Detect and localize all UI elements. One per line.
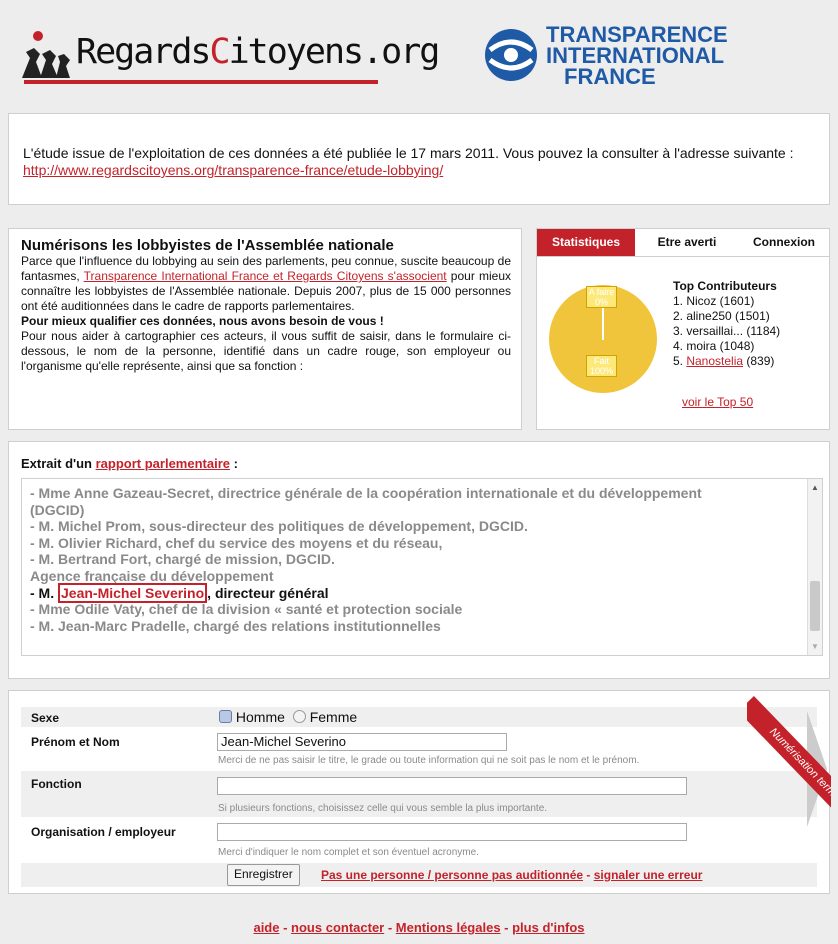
- publication-notice: L'étude issue de l'exploitation de ces d…: [8, 113, 830, 205]
- tab-statistiques[interactable]: Statistiques: [537, 229, 635, 256]
- fonction-field[interactable]: [217, 777, 687, 795]
- regards-citoyens-logo[interactable]: RegardsCitoyens.org: [18, 24, 440, 90]
- sexe-options: Homme Femme: [219, 709, 357, 725]
- pie-label-fait: Fait 100%: [586, 355, 617, 377]
- femme-radio[interactable]: [292, 710, 306, 723]
- extract-line: - M. Michel Prom, sous-directeur des pol…: [30, 518, 528, 535]
- globe-icon: [485, 29, 537, 81]
- row-organisation: Organisation / employeur Merci d'indique…: [21, 819, 817, 861]
- top50-link[interactable]: voir le Top 50: [682, 395, 753, 409]
- pie-label-a-faire: A faire 0%: [586, 286, 617, 308]
- row-nom: Prénom et Nom Jean-Michel Severino Merci…: [21, 729, 817, 769]
- top-contributors-title: Top Contributeurs: [673, 279, 777, 293]
- report-link[interactable]: rapport parlementaire: [96, 456, 230, 471]
- people-icon: [22, 31, 70, 78]
- entry-form: Sexe Homme Femme Prénom et Nom Jean-Mich…: [8, 690, 831, 895]
- scroll-thumb[interactable]: [810, 581, 820, 631]
- pie-marker: [602, 306, 604, 340]
- stats-panel: Statistiques Etre averti Connexion A fai…: [536, 228, 830, 430]
- scroll-down-icon[interactable]: ▼: [811, 642, 819, 651]
- contributor-item: 2. aline250 (1501): [673, 309, 770, 323]
- homme-label: Homme: [235, 709, 285, 725]
- sexe-label: Sexe: [31, 711, 60, 725]
- publication-text: L'étude issue de l'exploitation de ces d…: [23, 145, 794, 178]
- report-error-link[interactable]: signaler une erreur: [594, 868, 703, 882]
- contributor-item: 1. Nicoz (1601): [673, 294, 755, 308]
- footer-links: aide - nous contacter - Mentions légales…: [253, 920, 585, 935]
- form-links: Pas une personne / personne pas audition…: [321, 868, 703, 882]
- intro-paragraph: Parce que l'influence du lobbying au sei…: [21, 254, 511, 313]
- fonction-help: Si plusieurs fonctions, choisissez celle…: [218, 803, 548, 814]
- organisation-label: Organisation / employeur: [31, 825, 176, 839]
- intro-panel: Numérisons les lobbyistes de l'Assemblée…: [8, 228, 522, 430]
- highlighted-name: Jean-Michel Severino: [58, 582, 208, 603]
- nom-field[interactable]: Jean-Michel Severino: [217, 733, 507, 751]
- organisation-help: Merci d'indiquer le nom complet et son é…: [218, 847, 479, 858]
- help-link[interactable]: aide: [253, 920, 279, 935]
- top-contributors: Top Contributeurs 1. Nicoz (1601) 2. ali…: [673, 279, 780, 369]
- contributor-item: 5. Nanostelia (839): [673, 354, 775, 368]
- extract-line: - Mme Anne Gazeau-Secret, directrice gén…: [30, 485, 702, 501]
- extract-lines: - Mme Anne Gazeau-Secret, directrice gén…: [30, 485, 790, 634]
- extract-line: - M. Jean-Marc Pradelle, chargé des rela…: [30, 617, 441, 634]
- logo-underline: [24, 80, 378, 84]
- extract-line: - M. Olivier Richard, chef du service de…: [30, 534, 443, 551]
- extract-panel: Extrait d'un rapport parlementaire : - M…: [8, 441, 830, 679]
- extract-scrollbar[interactable]: ▲ ▼: [807, 479, 822, 655]
- extract-line: - Mme Odile Vaty, chef de la division « …: [30, 601, 463, 618]
- info-link[interactable]: plus d'infos: [512, 920, 584, 935]
- extract-title: Extrait d'un rapport parlementaire :: [21, 456, 238, 471]
- contributor-link[interactable]: Nanostelia: [686, 354, 743, 368]
- tab-connexion[interactable]: Connexion: [737, 229, 831, 256]
- stats-tabs: Statistiques Etre averti Connexion: [537, 229, 829, 257]
- legal-link[interactable]: Mentions légales: [396, 920, 501, 935]
- extract-line: (DGCID): [30, 501, 85, 518]
- contributor-item: 3. versaillai... (1184): [673, 324, 781, 338]
- extract-line: - M. Bertrand Fort, chargé de mission, D…: [30, 551, 335, 568]
- contributor-item: 4. moira (1048): [673, 339, 755, 353]
- extract-line-highlighted: - M. Jean-Michel Severino, directeur gén…: [30, 582, 329, 603]
- intro-title: Numérisons les lobbyistes de l'Assemblée…: [21, 237, 394, 254]
- row-actions: Enregistrer Pas une personne / personne …: [21, 863, 817, 887]
- transparence-international-logo[interactable]: TRANSPARENCE INTERNATIONAL FRANCE: [482, 24, 752, 90]
- instructions: Pour nous aider à cartographier ces acte…: [21, 329, 511, 373]
- contact-link[interactable]: nous contacter: [291, 920, 384, 935]
- scroll-up-icon[interactable]: ▲: [811, 483, 819, 492]
- completion-ribbon: Numérisation terminée !: [747, 691, 831, 895]
- logo-text: RegardsCitoyens.org: [76, 32, 440, 72]
- not-person-link[interactable]: Pas une personne / personne pas audition…: [321, 868, 583, 882]
- row-fonction: Fonction Si plusieurs fonctions, choisis…: [21, 771, 817, 817]
- nom-help: Merci de ne pas saisir le titre, le grad…: [218, 755, 640, 766]
- association-link[interactable]: Transparence International France et Reg…: [84, 269, 447, 283]
- save-button[interactable]: Enregistrer: [227, 864, 300, 886]
- organisation-field[interactable]: [217, 823, 687, 841]
- study-link[interactable]: http://www.regardscitoyens.org/transpare…: [23, 162, 443, 178]
- nom-label: Prénom et Nom: [31, 735, 120, 749]
- tab-etre-averti[interactable]: Etre averti: [645, 229, 729, 256]
- ti-logo-text: TRANSPARENCE INTERNATIONAL FRANCE: [546, 22, 728, 89]
- femme-label: Femme: [309, 709, 358, 725]
- row-sexe: Sexe Homme Femme: [21, 707, 817, 727]
- homme-radio[interactable]: [219, 710, 232, 723]
- call-to-action: Pour mieux qualifier ces données, nous a…: [21, 314, 384, 328]
- extract-scrollbox[interactable]: - Mme Anne Gazeau-Secret, directrice gén…: [21, 478, 823, 656]
- fonction-label: Fonction: [31, 777, 82, 791]
